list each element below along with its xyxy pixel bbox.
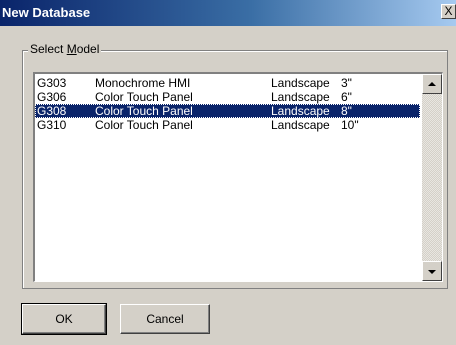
model-description: Color Touch Panel (95, 104, 193, 118)
model-size: 10" (341, 118, 359, 132)
model-description: Color Touch Panel (95, 118, 193, 132)
new-database-dialog: New Database X Select Model G303 Monochr… (0, 0, 456, 345)
scroll-down-arrow-icon (428, 270, 436, 274)
model-size: 3" (341, 76, 352, 90)
list-item-g303[interactable]: G303 Monochrome HMI Landscape 3" (35, 76, 420, 90)
scroll-up-arrow-icon (428, 82, 436, 86)
list-item-g310[interactable]: G310 Color Touch Panel Landscape 10" (35, 118, 420, 132)
select-model-label-suffix: odel (76, 42, 100, 56)
model-orientation: Landscape (271, 118, 330, 132)
model-size: 8" (341, 104, 352, 118)
model-code: G308 (37, 104, 67, 118)
model-orientation: Landscape (271, 104, 330, 118)
model-size: 6" (341, 90, 352, 104)
vertical-scrollbar[interactable] (422, 74, 442, 281)
window-title: New Database (2, 5, 91, 20)
close-button[interactable]: X (441, 4, 456, 19)
model-listbox[interactable]: G303 Monochrome HMI Landscape 3" G306 Co… (33, 72, 443, 282)
model-code: G306 (37, 90, 67, 104)
model-description: Color Touch Panel (95, 90, 193, 104)
model-code: G310 (37, 118, 67, 132)
select-model-label-mnemonic: M (66, 42, 77, 56)
model-code: G303 (37, 76, 67, 90)
model-list-rows: G303 Monochrome HMI Landscape 3" G306 Co… (35, 76, 420, 132)
model-description: Monochrome HMI (95, 76, 191, 90)
model-orientation: Landscape (271, 76, 330, 90)
close-icon: X (444, 4, 453, 18)
scroll-up-button[interactable] (422, 74, 442, 94)
list-item-g306[interactable]: G306 Color Touch Panel Landscape 6" (35, 90, 420, 104)
select-model-label: Select Model (28, 42, 102, 56)
scroll-down-button[interactable] (422, 261, 442, 281)
ok-button[interactable]: OK (21, 303, 107, 335)
list-item-g308[interactable]: G308 Color Touch Panel Landscape 8" (35, 104, 420, 118)
model-orientation: Landscape (271, 90, 330, 104)
cancel-button[interactable]: Cancel (120, 304, 210, 334)
title-bar[interactable]: New Database X (0, 0, 456, 26)
select-model-label-prefix: Select (30, 42, 67, 56)
